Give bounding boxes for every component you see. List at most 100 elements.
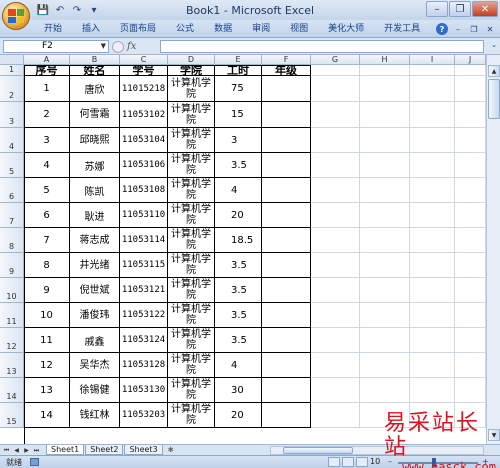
- column-header[interactable]: B: [70, 55, 120, 65]
- table-cell[interactable]: 3.5: [215, 278, 262, 303]
- table-cell[interactable]: 11053130: [120, 378, 168, 403]
- cell[interactable]: [410, 378, 455, 403]
- table-cell[interactable]: 11053104: [120, 128, 168, 153]
- sheet-nav-arrow-icon[interactable]: ⏭: [32, 446, 41, 455]
- cell[interactable]: [410, 328, 455, 353]
- table-cell[interactable]: 戚鑫: [70, 328, 120, 353]
- table-cell[interactable]: 苏娜: [70, 153, 120, 178]
- table-cell[interactable]: 11053124: [120, 328, 168, 353]
- table-cell[interactable]: 18.5: [215, 228, 262, 253]
- normal-view-button[interactable]: [328, 457, 340, 467]
- help-icon[interactable]: ?: [436, 23, 448, 35]
- page-layout-view-button[interactable]: [342, 457, 354, 467]
- sheet-tab[interactable]: Sheet2: [85, 445, 124, 455]
- sheet-tab[interactable]: Sheet3: [124, 445, 163, 455]
- table-cell[interactable]: 计算机学院: [168, 378, 215, 403]
- zoom-out-button[interactable]: –: [388, 457, 392, 466]
- cell[interactable]: [410, 303, 455, 328]
- table-cell[interactable]: 13: [24, 378, 70, 403]
- table-cell[interactable]: 8: [24, 253, 70, 278]
- table-cell[interactable]: 3.5: [215, 253, 262, 278]
- cell[interactable]: [360, 303, 410, 328]
- table-header-cell[interactable]: 学号: [120, 65, 168, 76]
- cell[interactable]: [455, 65, 486, 76]
- table-cell[interactable]: 14: [24, 403, 70, 428]
- ribbon-tab[interactable]: 审阅: [242, 23, 280, 38]
- cell[interactable]: [455, 378, 486, 403]
- table-cell[interactable]: 6: [24, 203, 70, 228]
- formula-input[interactable]: [160, 40, 484, 53]
- cell[interactable]: [455, 403, 486, 428]
- ribbon-tab[interactable]: 页面布局: [110, 23, 166, 38]
- sheet-tab[interactable]: Sheet1: [46, 445, 85, 455]
- table-cell[interactable]: 11053114: [120, 228, 168, 253]
- table-header-cell[interactable]: 工时: [215, 65, 262, 76]
- table-cell[interactable]: [262, 328, 311, 353]
- table-cell[interactable]: 10: [24, 303, 70, 328]
- ribbon-tab[interactable]: 公式: [166, 23, 204, 38]
- cell[interactable]: [455, 128, 486, 153]
- table-cell[interactable]: 20: [215, 203, 262, 228]
- table-cell[interactable]: [262, 253, 311, 278]
- close-workbook-button[interactable]: ✕: [484, 23, 496, 35]
- row-header[interactable]: 13: [0, 353, 24, 378]
- table-cell[interactable]: 11053108: [120, 178, 168, 203]
- cell[interactable]: [311, 353, 360, 378]
- cell[interactable]: [410, 76, 455, 102]
- ribbon-tab[interactable]: 美化大师: [318, 23, 374, 38]
- table-cell[interactable]: 4: [215, 353, 262, 378]
- scroll-down-arrow[interactable]: ▼: [488, 429, 500, 441]
- cell[interactable]: [455, 102, 486, 128]
- column-header[interactable]: E: [215, 55, 262, 65]
- table-cell[interactable]: 3: [24, 128, 70, 153]
- column-header[interactable]: C: [120, 55, 168, 65]
- ribbon-tab[interactable]: 数据: [204, 23, 242, 38]
- column-header[interactable]: F: [262, 55, 311, 65]
- cancel-enter-icon[interactable]: [112, 40, 124, 53]
- row-header[interactable]: 5: [0, 153, 24, 178]
- row-header[interactable]: 14: [0, 378, 24, 403]
- cell[interactable]: [311, 278, 360, 303]
- cell[interactable]: [360, 76, 410, 102]
- cell[interactable]: [410, 403, 455, 428]
- table-header-cell[interactable]: 序号: [24, 65, 70, 76]
- cell[interactable]: [410, 65, 455, 76]
- table-cell[interactable]: 15: [215, 102, 262, 128]
- table-cell[interactable]: [262, 378, 311, 403]
- cell[interactable]: [311, 378, 360, 403]
- cell[interactable]: [360, 178, 410, 203]
- table-cell[interactable]: 3: [215, 128, 262, 153]
- row-header[interactable]: 8: [0, 228, 24, 253]
- restore-workbook-button[interactable]: ❐: [468, 23, 480, 35]
- table-cell[interactable]: 计算机学院: [168, 153, 215, 178]
- table-cell[interactable]: 倪世斌: [70, 278, 120, 303]
- cell[interactable]: [360, 203, 410, 228]
- table-cell[interactable]: 徐锡健: [70, 378, 120, 403]
- ribbon-tab[interactable]: 视图: [280, 23, 318, 38]
- cell[interactable]: [360, 128, 410, 153]
- table-cell[interactable]: 计算机学院: [168, 203, 215, 228]
- table-cell[interactable]: 计算机学院: [168, 403, 215, 428]
- cell[interactable]: [455, 178, 486, 203]
- table-cell[interactable]: [262, 178, 311, 203]
- table-cell[interactable]: 计算机学院: [168, 228, 215, 253]
- table-cell[interactable]: 计算机学院: [168, 253, 215, 278]
- cell[interactable]: [360, 102, 410, 128]
- cell[interactable]: [360, 253, 410, 278]
- table-cell[interactable]: [262, 76, 311, 102]
- vertical-scrollbar[interactable]: ▲ ▼: [486, 55, 500, 444]
- macro-record-icon[interactable]: [30, 458, 39, 466]
- table-cell[interactable]: [262, 102, 311, 128]
- table-cell[interactable]: 钱红林: [70, 403, 120, 428]
- column-header[interactable]: J: [455, 55, 486, 65]
- office-button[interactable]: [2, 2, 30, 30]
- table-header-cell[interactable]: 姓名: [70, 65, 120, 76]
- table-cell[interactable]: 11053122: [120, 303, 168, 328]
- horizontal-scrollbar[interactable]: [270, 446, 484, 455]
- cell[interactable]: [311, 253, 360, 278]
- table-cell[interactable]: 计算机学院: [168, 303, 215, 328]
- table-header-cell[interactable]: 年级: [262, 65, 311, 76]
- cell[interactable]: [311, 203, 360, 228]
- expand-formula-bar-icon[interactable]: ⌄: [491, 41, 497, 49]
- column-header[interactable]: G: [311, 55, 360, 65]
